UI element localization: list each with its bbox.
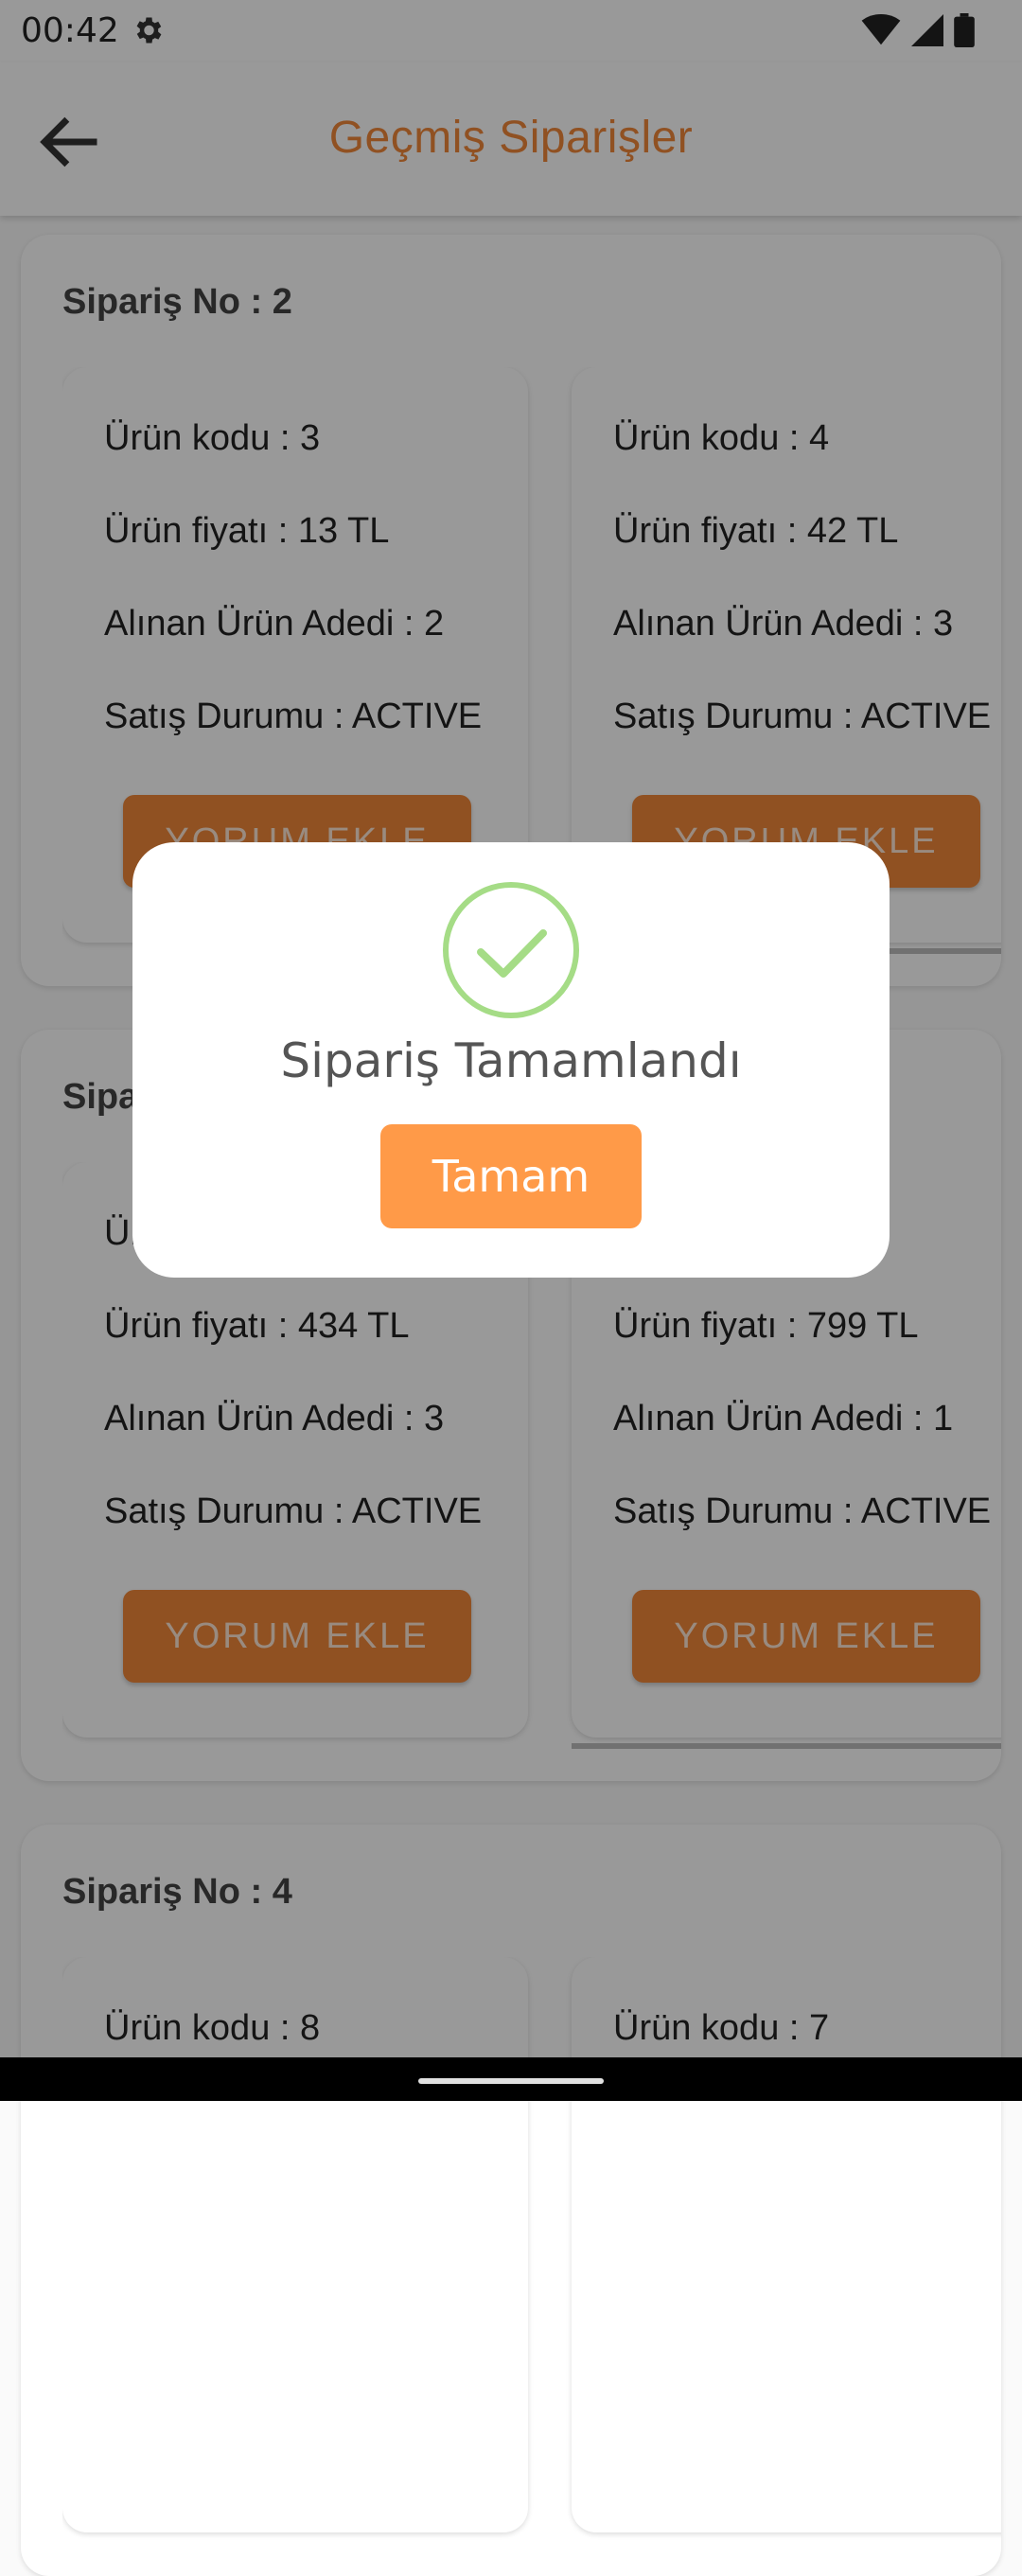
navigation-bar — [0, 2057, 1022, 2101]
home-handle[interactable] — [418, 2078, 604, 2084]
ok-button[interactable]: Tamam — [380, 1124, 642, 1228]
dialog-message: Sipariş Tamamlandı — [280, 1033, 742, 1088]
success-dialog: Sipariş Tamamlandı Tamam — [132, 842, 890, 1278]
success-check-icon — [443, 882, 579, 1018]
